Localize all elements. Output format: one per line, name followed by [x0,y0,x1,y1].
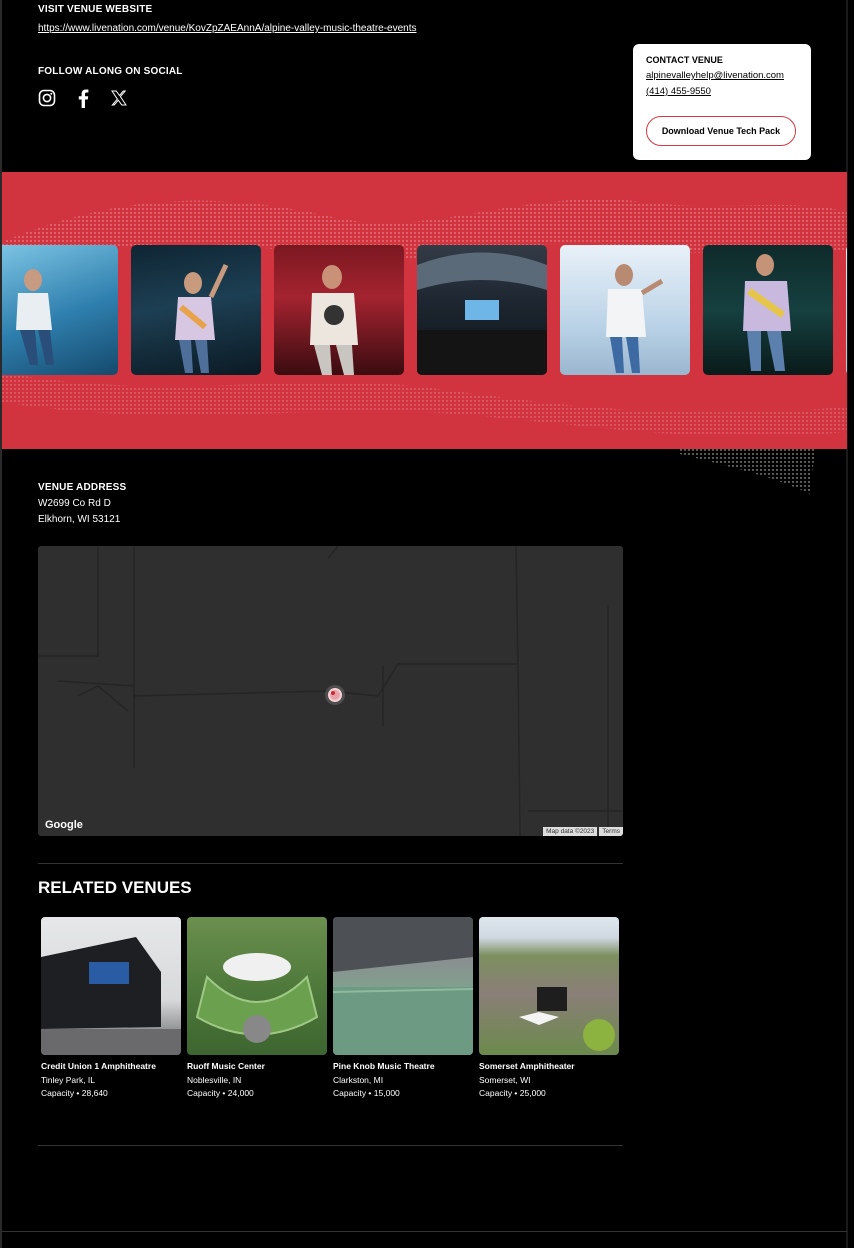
venue-capacity: Capacity • 24,000 [187,1088,254,1098]
performer-photo-6[interactable] [703,245,833,375]
venue-location: Somerset, WI [479,1075,531,1085]
instagram-icon[interactable] [38,88,56,108]
venue-thumbnail [333,917,473,1055]
venue-name: Ruoff Music Center [187,1061,265,1071]
venue-thumbnail [479,917,619,1055]
venue-capacity: Capacity • 15,000 [333,1088,400,1098]
download-tech-pack-button[interactable]: Download Venue Tech Pack [646,116,796,146]
venue-location: Noblesville, IN [187,1075,242,1085]
map-attribution: Map data ©2023 Terms [541,827,623,836]
x-icon[interactable] [110,88,128,108]
related-venue-card[interactable]: Ruoff Music Center Noblesville, IN Capac… [187,917,327,1098]
venue-name: Pine Knob Music Theatre [333,1061,435,1071]
venue-website-link[interactable]: https://www.livenation.com/venue/KovZpZA… [38,23,417,34]
venue-location: Tinley Park, IL [41,1075,96,1085]
contact-email-link[interactable]: alpinevalleyhelp@livenation.com [646,70,784,81]
related-venues-list: Credit Union 1 Amphitheatre Tinley Park,… [41,917,619,1098]
performer-photo-5[interactable] [560,245,690,375]
address-line-1: W2699 Co Rd D [38,498,111,509]
social-label: FOLLOW ALONG ON SOCIAL [38,66,183,77]
venue-thumbnail [187,917,327,1055]
venue-address-label: VENUE ADDRESS [38,482,127,493]
performer-photo-2[interactable] [131,245,261,375]
performer-photo-1[interactable] [2,245,118,375]
venue-name: Somerset Amphitheater [479,1061,575,1071]
footer-divider [2,1231,847,1232]
contact-venue-card: CONTACT VENUE alpinevalleyhelp@livenatio… [633,44,811,160]
related-venue-card[interactable]: Credit Union 1 Amphitheatre Tinley Park,… [41,917,181,1098]
venue-capacity: Capacity • 25,000 [479,1088,546,1098]
photo-carousel[interactable] [2,245,847,375]
map-terms-link[interactable]: Terms [599,827,623,836]
venue-capacity: Capacity • 28,640 [41,1088,108,1098]
performer-photo-7[interactable] [846,245,847,375]
map-data-credit: Map data ©2023 [543,827,598,836]
performer-photo-3[interactable] [274,245,404,375]
venue-thumbnail [41,917,181,1055]
venue-location-pin-dot [331,691,335,695]
venue-location: Clarkston, MI [333,1075,384,1085]
venue-crowd-photo[interactable] [417,245,547,375]
venue-map[interactable]: Google Map data ©2023 Terms [38,546,623,836]
contact-phone-link[interactable]: (414) 455-9550 [646,86,711,97]
related-venue-card[interactable]: Somerset Amphitheater Somerset, WI Capac… [479,917,619,1098]
social-links [38,88,128,108]
website-label: VISIT VENUE WEBSITE [38,4,153,15]
section-divider [38,863,623,864]
google-logo: Google [45,819,83,831]
address-line-2: Elkhorn, WI 53121 [38,514,121,525]
venue-location-pin[interactable] [328,688,342,702]
section-divider [38,1145,623,1146]
related-venues-title: RELATED VENUES [38,878,192,897]
contact-title: CONTACT VENUE [646,55,723,65]
related-venue-card[interactable]: Pine Knob Music Theatre Clarkston, MI Ca… [333,917,473,1098]
facebook-icon[interactable] [74,88,92,108]
venue-name: Credit Union 1 Amphitheatre [41,1061,156,1071]
photo-gallery-banner [2,172,847,449]
dotted-wave-tail-decoration [680,449,815,494]
